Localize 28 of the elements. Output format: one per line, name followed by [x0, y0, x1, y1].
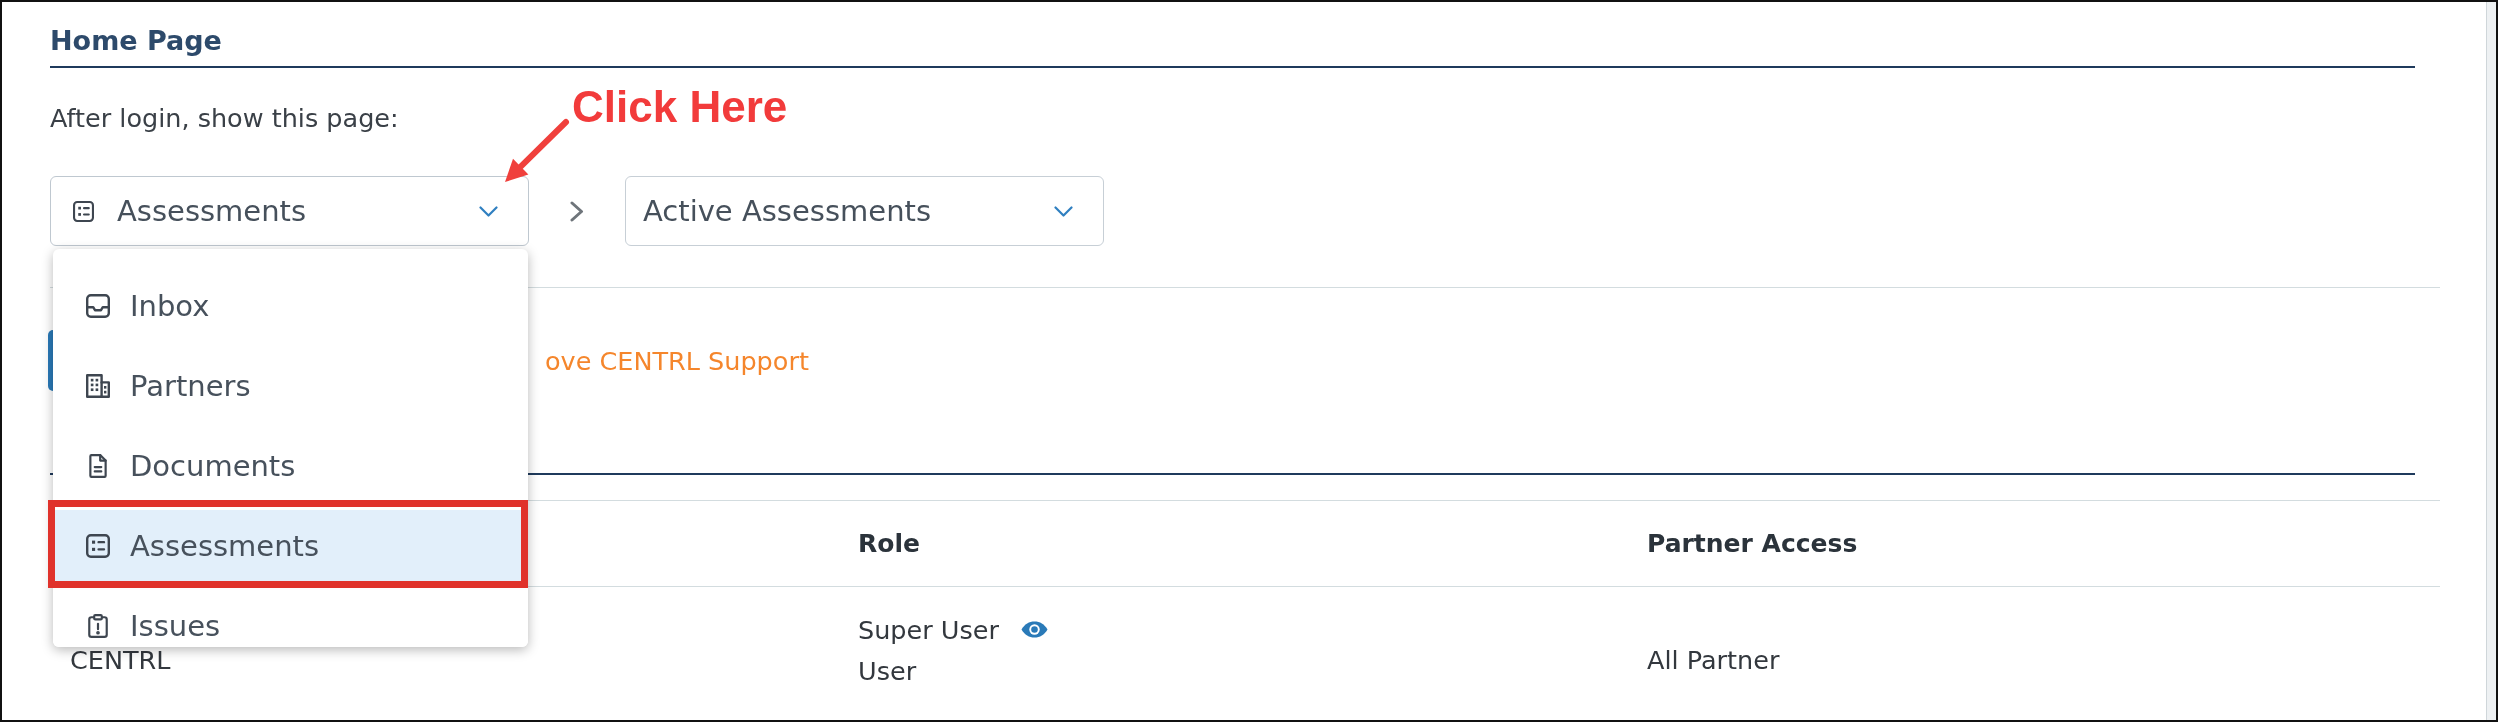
table-cell-text: All Partner	[1647, 644, 1780, 677]
list-icon	[73, 200, 94, 222]
inbox-tray-icon	[86, 294, 110, 318]
table-cell-text: CENTRL	[70, 644, 171, 677]
subpage-select[interactable]: Active Assessments	[625, 176, 1104, 246]
section-title: Home Page	[50, 24, 222, 58]
button-edge[interactable]	[48, 330, 53, 391]
role-label: Super User	[858, 613, 999, 647]
menu-item[interactable]: Inbox	[53, 270, 528, 342]
pointer-arrow	[505, 119, 569, 182]
column-header: Role	[858, 528, 920, 558]
menu-item[interactable]: Issues	[53, 590, 528, 647]
document-icon	[86, 454, 110, 478]
chevron-down-icon	[479, 205, 498, 217]
chevron-down-icon	[1054, 205, 1073, 217]
annotation-label: Click Here	[572, 82, 788, 132]
clipboard-alert-icon	[86, 614, 110, 638]
scrollbar[interactable]	[2486, 2, 2496, 720]
eye-icon[interactable]	[1020, 621, 1048, 638]
building-icon	[86, 374, 110, 398]
list-icon	[86, 534, 110, 558]
chevron-right-icon	[570, 200, 584, 222]
role-label: User	[858, 654, 917, 688]
menu-item[interactable]: Partners	[53, 350, 528, 422]
menu-item[interactable]: Documents	[53, 430, 528, 502]
prompt-text: After login, show this page:	[50, 102, 399, 135]
column-header: Partner Access	[1647, 528, 1858, 558]
page-select[interactable]: Assessments	[50, 176, 529, 246]
